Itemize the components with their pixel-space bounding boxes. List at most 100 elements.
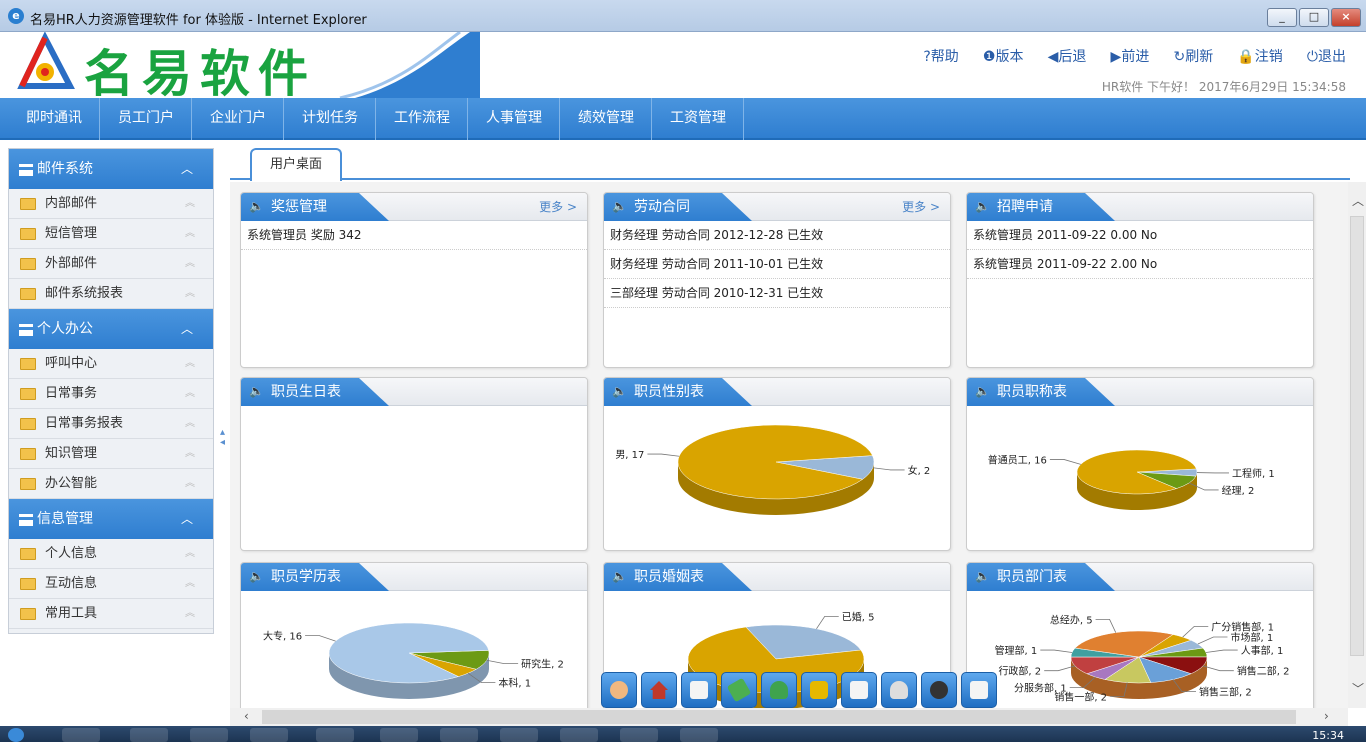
taskbar-app[interactable] <box>560 728 598 742</box>
collapse-arrow-icon[interactable]: ▴ ◂ <box>220 428 225 448</box>
main-menu: 即时通讯 员工门户 企业门户 计划任务 工作流程 人事管理 绩效管理 工资管理 <box>0 98 1366 140</box>
desktop-content: 🔈 奖惩管理 更多 > 系统管理员 奖励 342 🔈 劳动合同 更多 > 财务经理 劳动… <box>230 182 1348 708</box>
sidebar-item[interactable]: 常用工具 ︽ <box>9 599 213 629</box>
vertical-scrollbar[interactable]: ︿ ﹀ <box>1348 182 1366 708</box>
pie-label: 行政部, 2 <box>998 665 1041 678</box>
scroll-left-icon[interactable]: ‹ <box>244 709 249 723</box>
pie-label-line <box>305 635 336 642</box>
sidebar-item-label: 互动信息 <box>45 576 98 591</box>
sidebar-item[interactable]: 知识管理 ︽ <box>9 439 213 469</box>
menu-item[interactable]: 绩效管理 <box>560 98 652 140</box>
sidebar-item[interactable]: 内部邮件 ︽ <box>9 189 213 219</box>
refresh-link[interactable]: ↻刷新 <box>1173 49 1213 65</box>
list-icon <box>19 164 33 176</box>
scroll-thumb[interactable] <box>262 710 1296 724</box>
sidebar-item[interactable]: 邮件系统报表 ︽ <box>9 279 213 309</box>
sidebar-item-label: 呼叫中心 <box>45 356 98 371</box>
sidebar-item-label: 日常事务 <box>45 386 98 401</box>
sidebar-group-header[interactable]: 信息管理 ︿ <box>9 499 213 539</box>
taskbar-app[interactable] <box>620 728 658 742</box>
speaker-icon: 🔈 <box>249 569 264 583</box>
sidebar: 邮件系统 ︿ 内部邮件 ︽ 短信管理 ︽ 外部邮件 ︽ 邮件系统报表 ︽ 个人办公 ︿ 呼叫… <box>8 148 214 634</box>
folder-icon <box>20 198 36 210</box>
menu-item[interactable]: 人事管理 <box>468 98 560 140</box>
sidebar-item[interactable]: 个人信息 ︽ <box>9 539 213 569</box>
list-item[interactable]: 三部经理 劳动合同 2010-12-31 已生效 <box>604 279 950 308</box>
minimize-button[interactable]: _ <box>1267 8 1297 27</box>
windows-taskbar: 15:34 <box>0 726 1366 742</box>
sidebar-item[interactable]: 日常事务 ︽ <box>9 379 213 409</box>
pie-label-line <box>1049 459 1081 465</box>
list-item[interactable]: 财务经理 劳动合同 2011-10-01 已生效 <box>604 250 950 279</box>
taskbar-app[interactable] <box>500 728 538 742</box>
header-links: ?帮助 ❶版本 ◀后退 ▶前进 ↻刷新 🔒注销 ⏻退出 <box>903 46 1346 66</box>
list-item[interactable]: 系统管理员 2011-09-22 2.00 No <box>967 250 1313 279</box>
sidebar-item[interactable]: 互动信息 ︽ <box>9 569 213 599</box>
taskbar-app[interactable] <box>380 728 418 742</box>
version-link[interactable]: ❶版本 <box>983 49 1024 65</box>
sidebar-item-label: 办公智能 <box>45 476 98 491</box>
close-button[interactable]: × <box>1331 8 1361 27</box>
speaker-icon: 🔈 <box>975 199 990 213</box>
scroll-up-icon[interactable]: ︿ <box>1352 192 1364 209</box>
taskbar-app[interactable] <box>250 728 288 742</box>
panel-title: 职员部门表 <box>997 569 1067 585</box>
lock-icon[interactable] <box>801 672 837 708</box>
pie-label: 女, 2 <box>908 464 931 477</box>
sidebar-item[interactable]: 办公智能 ︽ <box>9 469 213 499</box>
taskbar-app[interactable] <box>316 728 354 742</box>
more-link[interactable]: 更多 > <box>902 193 940 221</box>
help-link[interactable]: ?帮助 <box>923 49 958 65</box>
sidebar-group-header[interactable]: 邮件系统 ︿ <box>9 149 213 189</box>
users-icon[interactable] <box>761 672 797 708</box>
sidebar-item[interactable]: 呼叫中心 ︽ <box>9 349 213 379</box>
list-item[interactable]: 系统管理员 奖励 342 <box>241 221 587 250</box>
logout-link[interactable]: 🔒注销 <box>1237 49 1282 65</box>
taskbar-app[interactable] <box>190 728 228 742</box>
chevron-up-icon: ︽ <box>185 478 195 489</box>
back-link[interactable]: ◀后退 <box>1048 49 1087 65</box>
menu-item[interactable]: 工资管理 <box>652 98 744 140</box>
exit-link[interactable]: ⏻退出 <box>1307 49 1346 65</box>
tab-user-desktop[interactable]: 用户桌面 <box>250 148 342 181</box>
more-link[interactable]: 更多 > <box>539 193 577 221</box>
chart-icon[interactable] <box>961 672 997 708</box>
home-icon[interactable] <box>641 672 677 708</box>
sidebar-item-label: 日常事务报表 <box>45 416 124 431</box>
forward-link[interactable]: ▶前进 <box>1111 49 1150 65</box>
taskbar-app[interactable] <box>130 728 168 742</box>
scroll-down-icon[interactable]: ﹀ <box>1352 680 1364 697</box>
pie-label: 人事部, 1 <box>1241 644 1284 657</box>
sidebar-item-label: 短信管理 <box>45 226 98 241</box>
quick-launch-dock <box>601 672 1001 710</box>
maximize-button[interactable]: □ <box>1299 8 1329 27</box>
sidebar-group-header[interactable]: 个人办公 ︿ <box>9 309 213 349</box>
agent-icon[interactable] <box>921 672 957 708</box>
list-item[interactable]: 系统管理员 2011-09-22 0.00 No <box>967 221 1313 250</box>
scroll-thumb[interactable] <box>1350 216 1364 656</box>
folder-icon <box>20 418 36 430</box>
menu-item[interactable]: 员工门户 <box>100 98 192 140</box>
pie-label-line <box>816 615 839 630</box>
menu-item[interactable]: 工作流程 <box>376 98 468 140</box>
tag-icon[interactable] <box>721 672 757 708</box>
menu-item[interactable]: 企业门户 <box>192 98 284 140</box>
greeting: HR软件 下午好！ 2017年6月29日 15:34:58 <box>1101 80 1346 94</box>
sidebar-item[interactable]: 外部邮件 ︽ <box>9 249 213 279</box>
taskbar-app[interactable] <box>440 728 478 742</box>
person-icon[interactable] <box>601 672 637 708</box>
sidebar-item[interactable]: 短信管理 ︽ <box>9 219 213 249</box>
taskbar-app[interactable] <box>62 728 100 742</box>
menu-item[interactable]: 计划任务 <box>284 98 376 140</box>
sidebar-item[interactable]: 日常事务报表 ︽ <box>9 409 213 439</box>
document-icon[interactable] <box>841 672 877 708</box>
taskbar-app[interactable] <box>680 728 718 742</box>
horizontal-scrollbar[interactable]: ‹ › <box>230 708 1348 726</box>
edit-icon[interactable] <box>681 672 717 708</box>
sidebar-splitter[interactable]: ▴ ◂ <box>216 148 228 718</box>
money-icon[interactable] <box>881 672 917 708</box>
start-button[interactable] <box>8 728 24 742</box>
scroll-right-icon[interactable]: › <box>1324 709 1329 723</box>
list-item[interactable]: 财务经理 劳动合同 2012-12-28 已生效 <box>604 221 950 250</box>
menu-item[interactable]: 即时通讯 <box>0 98 100 140</box>
